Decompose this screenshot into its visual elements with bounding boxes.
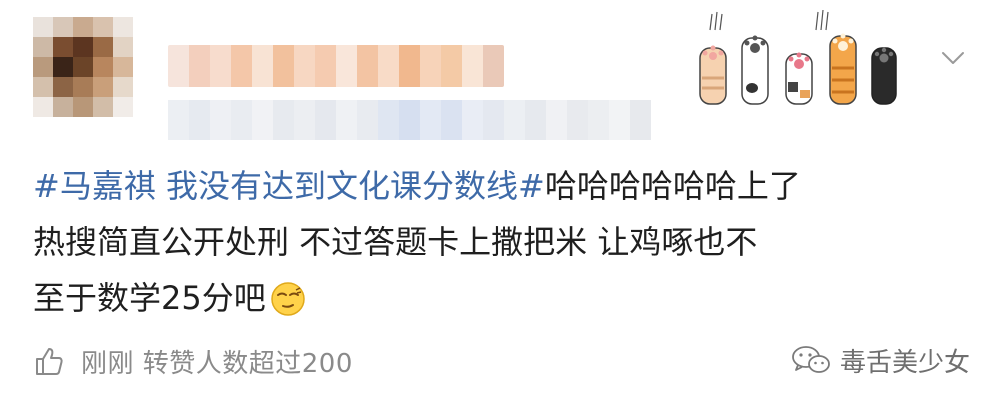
watermark-text: 毒舌美少女 [839, 347, 970, 378]
cat-paw-black-icon [871, 47, 897, 105]
thumbs-up-icon[interactable] [33, 344, 67, 378]
post-text-line2: 热搜简直公开处刑 不过答题卡上撒把米 让鸡啄也不 [33, 223, 758, 261]
cat-paw-orange-icon [829, 33, 857, 105]
chevron-down-icon[interactable] [940, 48, 966, 68]
post-body: #马嘉祺 我没有达到文化课分数线#哈哈哈哈哈哈上了热搜简直公开处刑 不过答题卡上… [33, 158, 968, 326]
post-meta-blurred [168, 100, 651, 140]
username-blurred[interactable] [168, 45, 504, 87]
post-text-line3: 至于数学25分吧 [33, 279, 266, 317]
post-text-line1: 哈哈哈哈哈哈上了 [544, 167, 801, 205]
cat-paw-calico-icon [785, 52, 813, 105]
wechat-icon [792, 346, 830, 373]
avatar[interactable] [33, 17, 133, 117]
cat-paw-white-icon [741, 35, 769, 105]
scratch-marks-icon [709, 9, 829, 31]
wechat-watermark: 毒舌美少女 [790, 340, 970, 380]
cat-paw-tabby-icon [699, 45, 727, 105]
topic-link[interactable]: #马嘉祺 我没有达到文化课分数线# [33, 167, 545, 205]
cat-paws-decoration [699, 9, 897, 105]
smirk-emoji-icon [270, 282, 305, 316]
post-footer: 刚刚 转赞人数超过200 [33, 341, 353, 381]
repost-count-text: 刚刚 转赞人数超过200 [81, 348, 353, 379]
